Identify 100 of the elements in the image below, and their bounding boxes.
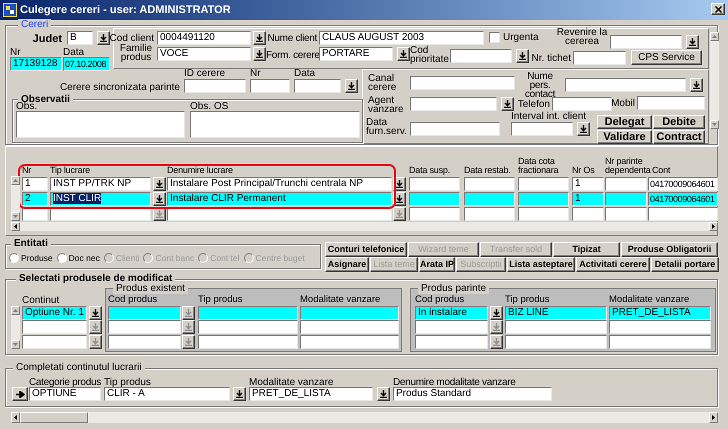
table-cell[interactable] bbox=[198, 320, 298, 334]
scrollbar[interactable] bbox=[11, 222, 718, 231]
table-cell[interactable]: Instalare Post Principal/Trunchi centrala NP bbox=[167, 177, 392, 191]
list-button[interactable] bbox=[516, 49, 529, 63]
radio-button[interactable]: Produse bbox=[9, 253, 53, 263]
table-cell[interactable] bbox=[198, 306, 298, 320]
form-button[interactable]: Contract bbox=[653, 130, 705, 144]
input-field[interactable]: Optiune Nr. 1 bbox=[22, 306, 87, 320]
table-cell[interactable]: 1 bbox=[22, 177, 48, 191]
list-button[interactable] bbox=[393, 207, 406, 221]
table-cell[interactable] bbox=[108, 320, 181, 334]
list-button[interactable] bbox=[490, 306, 503, 320]
input-field[interactable] bbox=[184, 79, 246, 93]
table-cell[interactable] bbox=[605, 192, 647, 206]
list-button[interactable] bbox=[182, 306, 195, 320]
table-cell[interactable] bbox=[648, 207, 718, 221]
table-cell[interactable] bbox=[300, 320, 399, 334]
input-field[interactable]: 17139128 bbox=[10, 57, 62, 71]
input-field[interactable] bbox=[190, 111, 360, 138]
table-cell[interactable] bbox=[108, 335, 181, 349]
input-field[interactable] bbox=[294, 79, 341, 93]
list-button[interactable] bbox=[690, 78, 703, 92]
table-cell[interactable]: BIZ LINE bbox=[505, 306, 607, 320]
table-cell[interactable] bbox=[609, 335, 711, 349]
table-cell[interactable] bbox=[300, 306, 399, 320]
input-field[interactable] bbox=[22, 320, 87, 334]
input-field[interactable]: B bbox=[67, 31, 93, 45]
list-button[interactable] bbox=[686, 35, 699, 49]
table-cell[interactable] bbox=[300, 335, 399, 349]
input-field[interactable]: PRET_DE_LISTA bbox=[249, 387, 373, 401]
table-cell[interactable] bbox=[505, 335, 607, 349]
list-button[interactable] bbox=[490, 320, 503, 334]
list-button[interactable] bbox=[501, 97, 514, 111]
input-field[interactable] bbox=[450, 49, 512, 63]
scrollbar[interactable] bbox=[11, 412, 718, 423]
form-button[interactable]: Debite bbox=[653, 115, 705, 129]
input-field[interactable] bbox=[410, 97, 497, 111]
form-button[interactable]: Validare bbox=[597, 130, 652, 144]
action-button[interactable]: Tipizat bbox=[553, 242, 620, 257]
radio-button[interactable]: Doc nec bbox=[56, 253, 100, 263]
close-button[interactable] bbox=[711, 3, 725, 15]
list-button[interactable] bbox=[345, 79, 358, 93]
input-field[interactable] bbox=[16, 111, 185, 138]
action-button[interactable]: Asignare bbox=[325, 257, 369, 272]
table-cell[interactable]: 04170009064601 bbox=[648, 177, 718, 191]
action-button[interactable]: Produse Obligatorii bbox=[621, 242, 718, 257]
table-cell[interactable] bbox=[609, 320, 711, 334]
input-field[interactable] bbox=[511, 122, 573, 136]
table-cell[interactable] bbox=[464, 177, 515, 191]
table-cell[interactable] bbox=[198, 335, 298, 349]
list-button[interactable] bbox=[153, 192, 166, 206]
input-field[interactable] bbox=[637, 96, 705, 110]
table-cell[interactable] bbox=[464, 207, 515, 221]
table-cell[interactable] bbox=[605, 177, 647, 191]
input-field[interactable]: PORTARE bbox=[319, 47, 393, 61]
list-button[interactable] bbox=[89, 306, 102, 320]
table-cell[interactable]: PRET_DE_LISTA bbox=[609, 306, 711, 320]
table-cell[interactable]: Instalare CLIR Permanent bbox=[167, 192, 392, 206]
scrollbar[interactable] bbox=[11, 306, 20, 349]
scrollbar[interactable] bbox=[710, 32, 719, 129]
action-button[interactable]: Conturi telefonice bbox=[325, 242, 407, 257]
list-button[interactable] bbox=[89, 320, 102, 334]
table-cell[interactable] bbox=[605, 207, 647, 221]
input-field[interactable] bbox=[410, 76, 515, 90]
table-cell[interactable] bbox=[409, 177, 460, 191]
list-button[interactable] bbox=[89, 335, 102, 349]
input-field[interactable]: Produs Standard bbox=[393, 387, 552, 401]
input-field[interactable]: CLAUS AUGUST 2003 bbox=[319, 31, 484, 45]
checkbox[interactable]: Urgenta bbox=[489, 32, 539, 43]
table-cell[interactable]: INST CLIR bbox=[50, 192, 151, 206]
action-button[interactable]: Arata IP bbox=[419, 257, 455, 272]
input-field[interactable] bbox=[410, 122, 500, 136]
table-cell[interactable] bbox=[409, 207, 460, 221]
list-button[interactable] bbox=[490, 335, 503, 349]
list-button[interactable] bbox=[253, 31, 266, 45]
table-cell[interactable] bbox=[415, 320, 488, 334]
form-button[interactable]: Delegat bbox=[597, 115, 652, 129]
table-cell[interactable]: 2 bbox=[22, 192, 48, 206]
table-cell[interactable] bbox=[409, 192, 460, 206]
action-button[interactable]: Detalii portare bbox=[651, 257, 719, 272]
list-button[interactable] bbox=[153, 177, 166, 191]
table-cell[interactable]: INST PP/TRK NP bbox=[50, 177, 151, 191]
form-button[interactable]: CPS Service bbox=[631, 50, 702, 65]
input-field[interactable] bbox=[565, 78, 686, 92]
list-button[interactable] bbox=[97, 31, 110, 45]
list-button[interactable] bbox=[377, 387, 390, 401]
table-cell[interactable]: 1 bbox=[572, 177, 604, 191]
list-button[interactable] bbox=[233, 387, 246, 401]
table-cell[interactable]: In instalare bbox=[415, 306, 488, 320]
next-button[interactable] bbox=[12, 387, 28, 401]
list-button[interactable] bbox=[182, 320, 195, 334]
list-button[interactable] bbox=[577, 122, 590, 136]
action-button[interactable]: Lista asteptare bbox=[507, 257, 575, 272]
table-cell[interactable] bbox=[464, 192, 515, 206]
scrollbar[interactable] bbox=[11, 176, 20, 221]
table-cell[interactable] bbox=[505, 320, 607, 334]
table-cell[interactable] bbox=[518, 192, 569, 206]
input-field[interactable]: CLIR - A bbox=[104, 387, 230, 401]
input-field[interactable] bbox=[250, 79, 290, 93]
list-button[interactable] bbox=[397, 47, 410, 61]
